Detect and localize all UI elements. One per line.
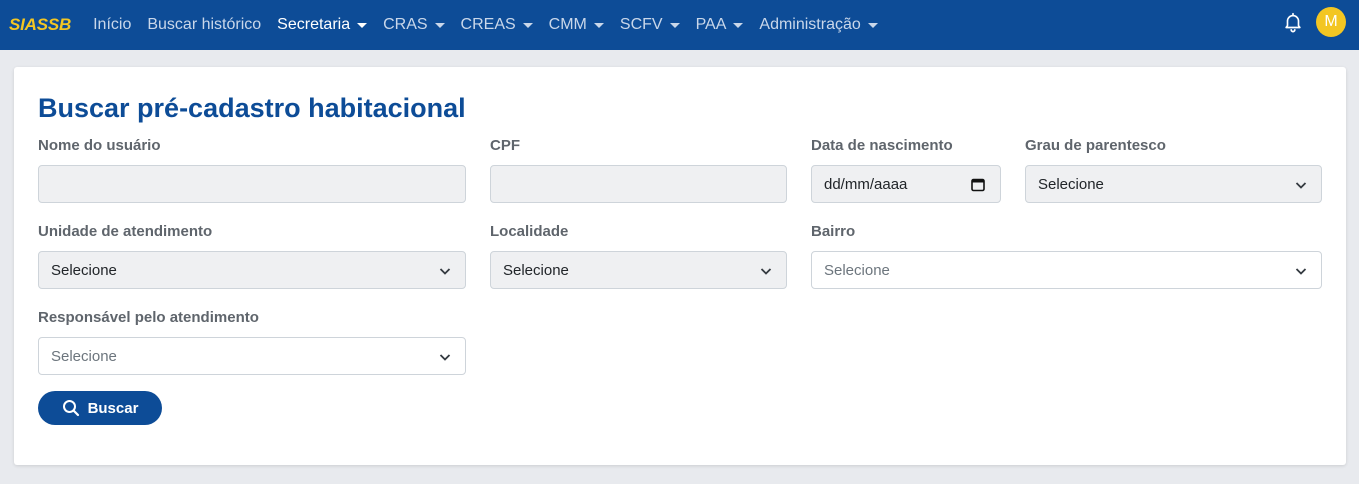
nav-item-inicio[interactable]: Início <box>93 16 131 34</box>
caret-down-icon <box>867 22 878 28</box>
search-icon <box>62 400 79 417</box>
caret-down-icon <box>434 22 445 28</box>
chevron-down-icon <box>1295 268 1307 275</box>
nascimento-date-input[interactable]: dd/mm/aaaa <box>811 165 1001 203</box>
nav-item-label: Administração <box>759 16 861 33</box>
nav-user-area: M <box>1282 7 1346 37</box>
localidade-select[interactable]: Selecione <box>490 251 787 289</box>
top-navbar: SIASSB Início Buscar histórico Secretari… <box>0 0 1359 50</box>
nome-label: Nome do usuário <box>38 137 161 154</box>
nav-item-label: CMM <box>548 16 587 33</box>
select-value: Selecione <box>1038 175 1104 193</box>
nav-item-label: SCFV <box>619 16 663 33</box>
bairro-select[interactable]: Selecione <box>811 251 1322 289</box>
chevron-down-icon <box>760 268 772 275</box>
caret-down-icon <box>593 22 604 28</box>
nav-item-label: CREAS <box>460 16 516 33</box>
chevron-down-icon <box>1295 182 1307 189</box>
nav-item-label: Início <box>93 16 132 33</box>
cpf-input[interactable] <box>490 165 787 203</box>
user-avatar[interactable]: M <box>1316 7 1346 37</box>
chevron-down-icon <box>439 354 451 361</box>
nav-item-label: Secretaria <box>277 16 351 33</box>
unidade-label: Unidade de atendimento <box>38 223 213 240</box>
page-title: Buscar pré-cadastro habitacional <box>38 93 466 123</box>
caret-down-icon <box>669 22 680 28</box>
caret-down-icon <box>733 22 744 28</box>
responsavel-select[interactable]: Selecione <box>38 337 466 375</box>
select-value: Selecione <box>503 261 569 279</box>
buscar-button[interactable]: Buscar <box>38 391 162 425</box>
brand-logo[interactable]: SIASSB <box>9 15 71 35</box>
unidade-select[interactable]: Selecione <box>38 251 466 289</box>
nav-item-cmm[interactable]: CMM <box>549 16 604 34</box>
nav-item-label: PAA <box>695 16 727 33</box>
nome-input[interactable] <box>38 165 466 203</box>
nav-item-administracao[interactable]: Administração <box>759 16 878 34</box>
bell-icon[interactable] <box>1282 11 1304 33</box>
responsavel-label: Responsável pelo atendimento <box>38 309 259 326</box>
select-value: Selecione <box>824 261 890 279</box>
cpf-label: CPF <box>490 137 520 154</box>
bairro-label: Bairro <box>811 223 856 240</box>
caret-down-icon <box>522 22 533 28</box>
buscar-button-label: Buscar <box>87 399 139 417</box>
grau-label: Grau de parentesco <box>1025 137 1166 154</box>
grau-select[interactable]: Selecione <box>1025 165 1322 203</box>
nav-item-label: CRAS <box>383 16 428 33</box>
chevron-down-icon <box>439 268 451 275</box>
select-value: Selecione <box>51 347 117 365</box>
select-value: Selecione <box>51 261 117 279</box>
nav-item-cras[interactable]: CRAS <box>383 16 445 34</box>
date-placeholder: dd/mm/aaaa <box>824 175 908 193</box>
nav-item-buscar-historico[interactable]: Buscar histórico <box>147 16 261 34</box>
nav-item-scfv[interactable]: SCFV <box>620 16 680 34</box>
nav-item-label: Buscar histórico <box>147 16 262 33</box>
nascimento-label: Data de nascimento <box>811 137 953 154</box>
search-card: Buscar pré-cadastro habitacional Nome do… <box>14 67 1346 465</box>
caret-down-icon <box>357 22 368 28</box>
nav-item-creas[interactable]: CREAS <box>461 16 533 34</box>
localidade-label: Localidade <box>490 223 569 240</box>
nav-item-secretaria[interactable]: Secretaria <box>277 16 368 34</box>
nav-item-paa[interactable]: PAA <box>696 16 744 34</box>
calendar-icon[interactable] <box>971 177 985 192</box>
